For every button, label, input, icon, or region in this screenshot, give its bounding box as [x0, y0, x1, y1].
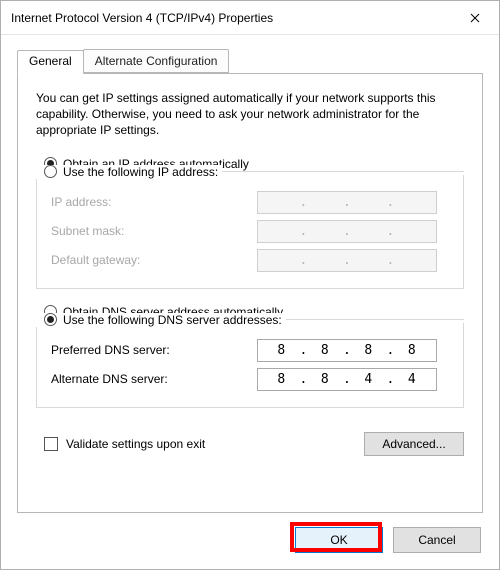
tab-label: General	[29, 54, 72, 68]
dns-manual-fieldset: Use the following DNS server addresses: …	[36, 323, 464, 408]
field-label: Preferred DNS server:	[51, 343, 257, 357]
dialog-window: Internet Protocol Version 4 (TCP/IPv4) P…	[0, 0, 500, 570]
field-label: Alternate DNS server:	[51, 372, 257, 386]
description-text: You can get IP settings assigned automat…	[36, 90, 464, 139]
radio-dns-manual[interactable]: Use the following DNS server addresses:	[36, 313, 286, 327]
cancel-button[interactable]: Cancel	[393, 527, 481, 553]
tab-alternate-configuration[interactable]: Alternate Configuration	[83, 49, 230, 73]
ok-button[interactable]: OK	[295, 527, 383, 553]
tab-general[interactable]: General	[17, 50, 84, 74]
field-label: Subnet mask:	[51, 224, 257, 238]
radio-label: Use the following IP address:	[63, 165, 218, 179]
field-alternate-dns: Alternate DNS server: 8. 8. 4. 4	[51, 368, 449, 391]
tab-label: Alternate Configuration	[95, 54, 218, 68]
validate-label: Validate settings upon exit	[66, 437, 205, 451]
radio-icon	[44, 165, 57, 178]
radio-icon	[44, 313, 57, 326]
ip-address-input: . . .	[257, 191, 437, 214]
default-gateway-input: . . .	[257, 249, 437, 272]
client-area: General Alternate Configuration You can …	[1, 35, 499, 569]
close-icon	[470, 13, 480, 23]
field-label: IP address:	[51, 195, 257, 209]
tab-panel-general: You can get IP settings assigned automat…	[17, 73, 483, 513]
validate-row: Validate settings upon exit Advanced...	[36, 432, 464, 456]
ip-manual-fieldset: Use the following IP address: IP address…	[36, 175, 464, 289]
field-ip-address: IP address: . . .	[51, 191, 449, 214]
titlebar: Internet Protocol Version 4 (TCP/IPv4) P…	[1, 1, 499, 35]
field-subnet-mask: Subnet mask: . . .	[51, 220, 449, 243]
tab-strip: General Alternate Configuration	[17, 49, 483, 73]
field-default-gateway: Default gateway: . . .	[51, 249, 449, 272]
validate-checkbox[interactable]	[44, 437, 58, 451]
radio-label: Use the following DNS server addresses:	[63, 313, 282, 327]
dialog-button-row: OK Cancel	[17, 513, 483, 553]
field-label: Default gateway:	[51, 253, 257, 267]
window-title: Internet Protocol Version 4 (TCP/IPv4) P…	[11, 11, 453, 25]
close-button[interactable]	[453, 3, 497, 33]
subnet-mask-input: . . .	[257, 220, 437, 243]
radio-ip-manual[interactable]: Use the following IP address:	[36, 165, 222, 179]
field-preferred-dns: Preferred DNS server: 8. 8. 8. 8	[51, 339, 449, 362]
advanced-button[interactable]: Advanced...	[364, 432, 464, 456]
alternate-dns-input[interactable]: 8. 8. 4. 4	[257, 368, 437, 391]
preferred-dns-input[interactable]: 8. 8. 8. 8	[257, 339, 437, 362]
